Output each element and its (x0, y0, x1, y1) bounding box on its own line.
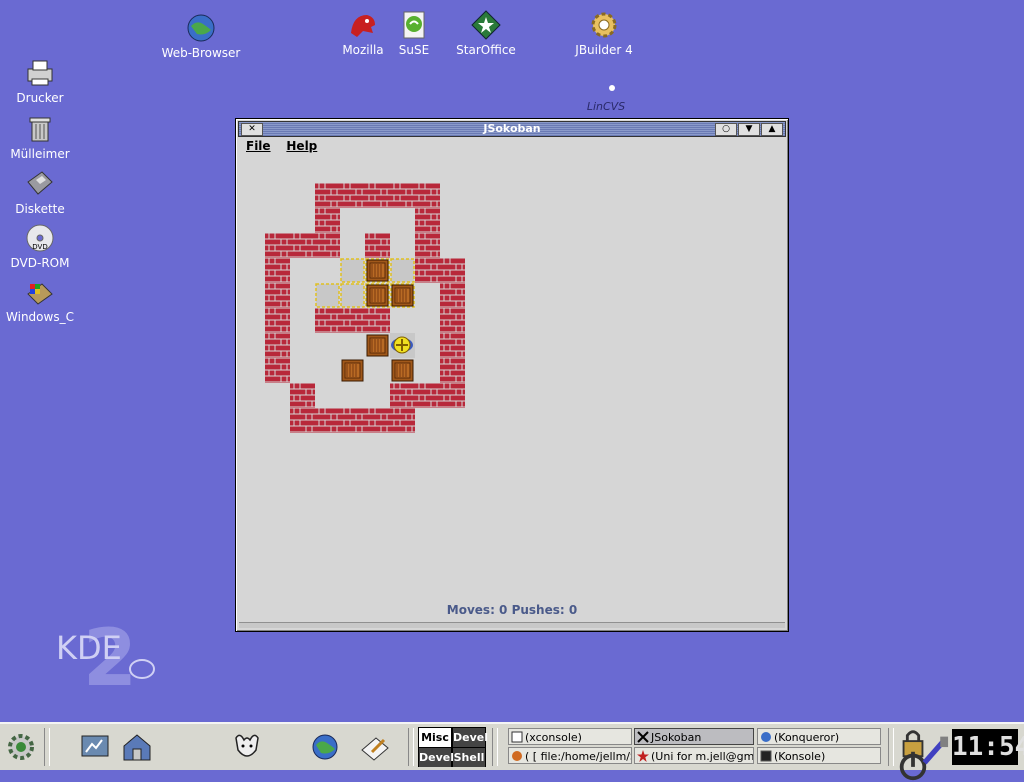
jsokoban-window: ✕ JSokoban ○ ▼ ▲ File Help Moves: 0 Push… (235, 118, 789, 632)
panel-separator (492, 728, 498, 766)
task-jsokoban[interactable]: JSokoban (634, 728, 754, 745)
desktop-icon-web-browser[interactable]: Web-Browser (161, 12, 241, 60)
minimize-button[interactable]: ▼ (738, 123, 760, 136)
gnu-icon[interactable] (230, 730, 264, 764)
windows-drive-icon (24, 276, 56, 308)
desktop-icon-lincvs[interactable]: LinCVS (566, 78, 646, 113)
desktop-icon-label: Diskette (15, 202, 65, 216)
desktop-icon-staroffice[interactable]: StarOffice (446, 9, 526, 57)
desktop-icon-dvd-rom[interactable]: DVD DVD-ROM (0, 222, 80, 270)
kde-logo: 2 KDE (50, 605, 170, 704)
lock-icon[interactable] (896, 726, 924, 758)
player (390, 333, 415, 358)
suse-icon (398, 9, 430, 41)
status-bar: Moves: 0 Pushes: 0 (446, 603, 578, 617)
floppy-icon (24, 168, 56, 200)
x-icon (637, 731, 649, 743)
task-konsole[interactable]: (Konsole) (757, 747, 881, 764)
task-label: (Uni for m.jell@gmx (651, 750, 754, 763)
desktop-icon-muelleimer[interactable]: Mülleimer (0, 113, 80, 161)
kde-menu-button[interactable] (4, 730, 38, 764)
desktop-icon-label: LinCVS (586, 100, 626, 113)
desktop-icon-drucker[interactable]: Drucker (0, 57, 80, 105)
desktop-icon-suse[interactable]: SuSE (374, 9, 454, 57)
menu-help[interactable]: Help (286, 139, 317, 153)
konqueror-icon (760, 731, 772, 743)
printer-icon (24, 57, 56, 89)
sticky-button[interactable]: ○ (715, 123, 737, 136)
task-uni[interactable]: (Uni for m.jell@gmx (634, 747, 754, 764)
star-icon (637, 750, 649, 762)
panel-separator (888, 728, 894, 766)
desktop-icon-label: Web-Browser (161, 46, 241, 60)
desktop-icon-label: StarOffice (456, 43, 516, 57)
panel-separator (408, 728, 414, 766)
clock[interactable]: 11:54 (952, 729, 1024, 765)
power-icon[interactable] (896, 748, 927, 781)
window-titlebar[interactable]: ✕ JSokoban ○ ▼ ▲ (238, 121, 786, 137)
desktop-icon-diskette[interactable]: Diskette (0, 168, 80, 216)
trash-icon (24, 113, 56, 145)
text-editor-icon[interactable] (358, 730, 392, 764)
menu-file[interactable]: File (246, 139, 271, 153)
gear-icon (588, 9, 620, 41)
sokoban-board[interactable] (236, 156, 788, 601)
konqueror-globe-icon[interactable] (308, 730, 342, 764)
task-konqueror[interactable]: (Konqueror) (757, 728, 881, 745)
console-icon (511, 731, 523, 743)
desktop-icon-jbuilder[interactable]: JBuilder 4 (564, 9, 644, 57)
task-label: ( [ file:/home/jellm/So (525, 750, 632, 763)
desktop-misc[interactable]: Misc (419, 728, 451, 747)
desktop-icon-label: Windows_C (6, 310, 74, 324)
desktop-icon-label: DVD-ROM (10, 256, 70, 270)
konqueror-icon (511, 750, 523, 762)
show-desktop-icon[interactable] (78, 730, 112, 764)
window-title: JSokoban (483, 122, 541, 135)
network-plug-icon[interactable] (918, 734, 949, 765)
konsole-icon (760, 750, 772, 762)
desktop-icon-label: Mülleimer (10, 147, 70, 161)
task-xconsole[interactable]: (xconsole) (508, 728, 632, 745)
task-label: (xconsole) (525, 731, 582, 744)
desktop-shell[interactable]: Shell (453, 748, 485, 767)
panel-separator (44, 728, 50, 766)
desktop-icon-label: SuSE (398, 43, 430, 57)
desktop-devel-2[interactable]: Devel (419, 748, 454, 767)
staroffice-icon (470, 9, 502, 41)
task-konqueror-file[interactable]: ( [ file:/home/jellm/So (508, 747, 632, 764)
task-label: (Konqueror) (774, 731, 840, 744)
desktop-icon-windows-c[interactable]: Windows_C (0, 276, 80, 324)
desktop-pager: Misc Devel Devel Shell (418, 727, 488, 767)
desktop-icon-label: JBuilder 4 (575, 43, 633, 57)
globe-icon (185, 12, 217, 44)
maximize-button[interactable]: ▲ (761, 123, 783, 136)
kde-panel: Misc Devel Devel Shell (xconsole) JSokob… (0, 722, 1024, 781)
svg-text:DVD: DVD (32, 243, 47, 251)
desktop-icon-label: Drucker (16, 91, 64, 105)
kde-logo-text: KDE (56, 629, 122, 667)
menubar: File Help (240, 139, 323, 157)
task-label: (Konsole) (774, 750, 826, 763)
horizontal-scrollbar[interactable] (239, 622, 785, 628)
wall-layer (265, 183, 465, 433)
task-label: JSokoban (651, 731, 702, 744)
home-icon[interactable] (120, 730, 154, 764)
dvd-icon: DVD (24, 222, 56, 254)
desktop-devel-1[interactable]: Devel (453, 728, 488, 747)
